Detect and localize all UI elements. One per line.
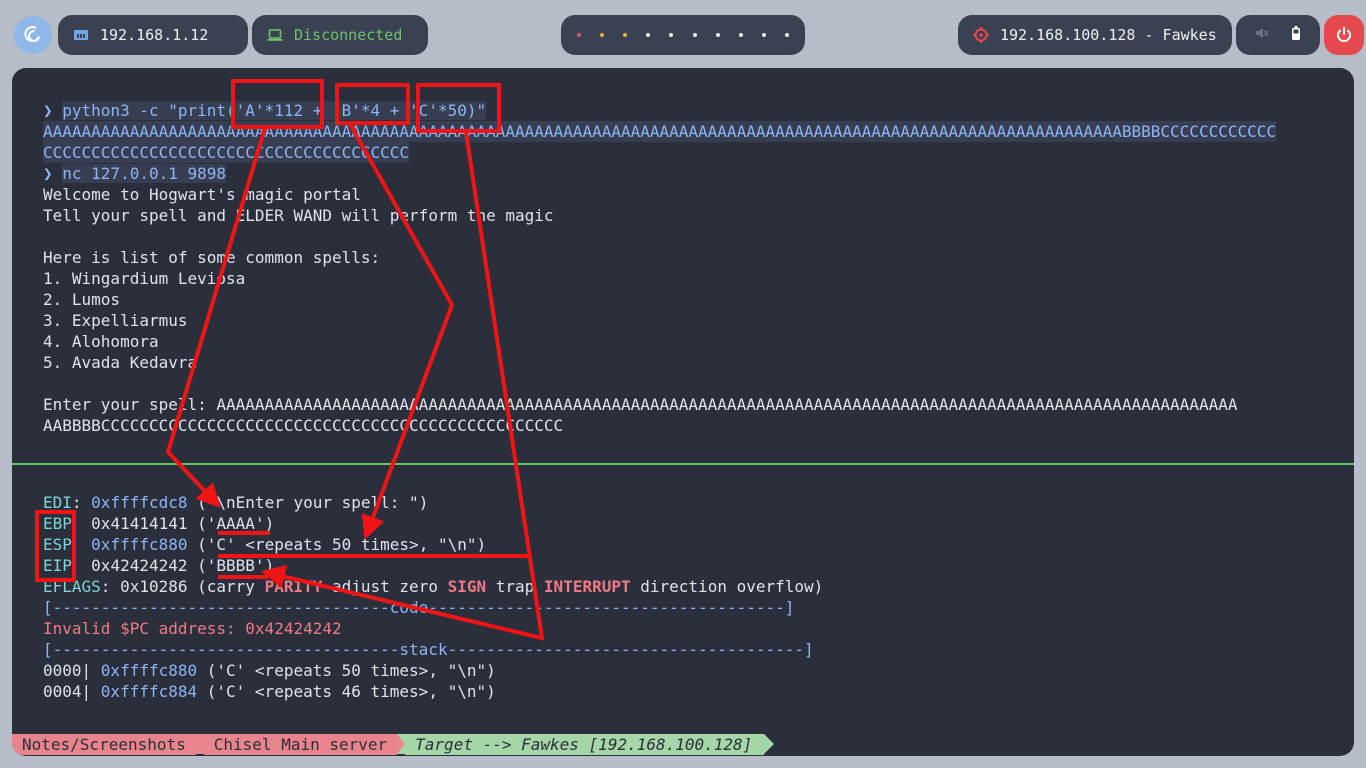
output-line: Tell your spell and ELDER WAND will perf…: [43, 206, 554, 225]
spell-item: 3. Expelliarmus: [43, 311, 188, 330]
spell-item: 1. Wingardium Leviosa: [43, 269, 246, 288]
debian-logo-icon[interactable]: [14, 16, 52, 54]
target-text: 192.168.100.128 - Fawkes: [1000, 26, 1217, 44]
stack-address: 0xffffc884: [100, 682, 198, 701]
code-separator: [-----------------------------------code…: [43, 598, 795, 617]
workspace-dot[interactable]: [715, 33, 720, 37]
workspace-dot[interactable]: [784, 33, 789, 37]
output-line: Welcome to Hogwart's magic portal: [43, 185, 361, 204]
prompt-symbol: ❯: [43, 164, 63, 183]
stack-row: 0000| 0xffffc880 ('C' <repeats 50 times>…: [43, 660, 496, 681]
register-name: EFLAGS: [43, 577, 101, 596]
register-row: EDI: 0xffffcdc8 ("\nEnter your spell: "): [43, 493, 429, 512]
flag-text: adjust zero: [322, 577, 448, 596]
status-session: Chisel Main server: [203, 734, 398, 755]
register-name: EBP: [43, 514, 72, 533]
command-line: ❯ python3 -c "print('A'*112 + 'B'*4 + 'C…: [43, 100, 487, 121]
stack-row: 0004| 0xffffc884 ('C' <repeats 46 times>…: [43, 681, 496, 702]
register-name: ESP: [43, 535, 72, 554]
prompt-symbol: ❯: [43, 101, 63, 120]
workspace-dot[interactable]: [738, 33, 743, 37]
pane-divider: [12, 463, 1354, 465]
status-target: Target --> Fawkes [192.168.100.128]: [405, 734, 765, 755]
register-value: 0x10286: [120, 577, 188, 596]
vpn-status-text: Disconnected: [294, 26, 403, 44]
flag-text: trap: [486, 577, 544, 596]
spell-input-text: AAAAAAAAAAAAAAAAAAAAAAAAAAAAAAAAAAAAAAAA…: [216, 395, 1238, 414]
power-icon[interactable]: [1324, 15, 1364, 55]
stack-address: 0xffffc880: [100, 661, 198, 680]
workspace-dot[interactable]: [600, 33, 605, 37]
flag-text: (carry: [187, 577, 265, 596]
workspace-switcher[interactable]: [561, 15, 805, 55]
command-text: nc 127.0.0.1 9898: [62, 164, 227, 183]
output-line: Here is list of some common spells:: [43, 248, 381, 267]
host-ip-text: 192.168.1.12: [100, 26, 209, 44]
workspace-dot[interactable]: [692, 33, 697, 37]
output-line: AAAAAAAAAAAAAAAAAAAAAAAAAAAAAAAAAAAAAAAA…: [43, 121, 1276, 142]
stack-offset: 0000|: [43, 661, 101, 680]
flag-set: SIGN: [447, 577, 487, 596]
register-value: 0xffffc880: [91, 535, 188, 554]
output-line: AABBBBCCCCCCCCCCCCCCCCCCCCCCCCCCCCCCCCCC…: [43, 416, 564, 435]
register-row: EIP 0x42424242 ('BBBB'): [43, 555, 274, 576]
battery-icon[interactable]: [1291, 26, 1301, 44]
flag-text: direction overflow): [630, 577, 824, 596]
register-desc: ('AAAA'): [187, 514, 275, 533]
register-desc: ('C' <repeats 50 times>, "\n"): [187, 535, 487, 554]
spell-item: 4. Alohomora: [43, 332, 159, 351]
laptop-icon: [266, 26, 284, 44]
workspace-dot[interactable]: [577, 33, 581, 37]
stack-desc: ('C' <repeats 50 times>, "\n"): [197, 661, 496, 680]
register-name: EIP: [43, 556, 72, 575]
flag-set: PARITY: [264, 577, 323, 596]
target-widget[interactable]: 192.168.100.128 - Fawkes: [958, 15, 1232, 55]
terminal-window[interactable]: ❯ python3 -c "print('A'*112 + 'B'*4 + 'C…: [12, 68, 1354, 756]
register-desc: ("\nEnter your spell: "): [187, 493, 429, 512]
workspace-dot[interactable]: [761, 33, 766, 37]
mute-icon[interactable]: [1255, 26, 1269, 44]
powerline-separator: [764, 734, 775, 754]
stack-offset: 0004|: [43, 682, 101, 701]
register-row: ESP 0xffffc880 ('C' <repeats 50 times>, …: [43, 534, 486, 555]
top-bar: 192.168.1.12 Disconnected 192.168.100.12…: [0, 0, 1366, 66]
register-value: 0xffffcdc8: [91, 493, 188, 512]
flag-set: INTERRUPT: [543, 577, 631, 596]
vpn-status-widget[interactable]: Disconnected: [252, 15, 428, 55]
status-bar: Notes/Screenshots Chisel Main server Tar…: [12, 734, 775, 755]
workspace-dot[interactable]: [669, 33, 674, 37]
register-row: EBP 0x41414141 ('AAAA'): [43, 513, 274, 534]
register-value: 0x42424242: [91, 556, 188, 575]
spell-item: 2. Lumos: [43, 290, 121, 309]
register-value: 0x41414141: [91, 514, 188, 533]
register-name: EDI: [43, 493, 72, 512]
stack-desc: ('C' <repeats 46 times>, "\n"): [197, 682, 496, 701]
command-text: python3 -c "print('A'*112 + 'B'*4 + 'C'*…: [62, 101, 487, 120]
invalid-pc-message: Invalid $PC address: 0x42424242: [43, 619, 342, 638]
host-ip-widget[interactable]: 192.168.1.12: [58, 15, 248, 55]
status-path: Notes/Screenshots: [12, 734, 196, 755]
command-line: ❯ nc 127.0.0.1 9898: [43, 163, 227, 184]
powerline-separator: [195, 734, 204, 754]
output-line: CCCCCCCCCCCCCCCCCCCCCCCCCCCCCCCCCCCCCC: [43, 142, 410, 163]
stack-separator: [------------------------------------sta…: [43, 640, 814, 659]
workspace-dot[interactable]: [623, 33, 628, 37]
spell-item: 5. Avada Kedavra: [43, 353, 198, 372]
output-line: Enter your spell: AAAAAAAAAAAAAAAAAAAAAA…: [43, 394, 1237, 415]
eflags-row: EFLAGS: 0x10286 (carry PARITY adjust zer…: [43, 577, 824, 596]
system-tray: [1236, 15, 1320, 55]
powerline-separator: [397, 734, 406, 754]
spell-prompt-label: Enter your spell:: [43, 395, 217, 414]
target-icon: [972, 26, 990, 44]
workspace-dot[interactable]: [646, 33, 651, 37]
ethernet-icon: [72, 26, 90, 44]
register-desc: ('BBBB'): [187, 556, 275, 575]
